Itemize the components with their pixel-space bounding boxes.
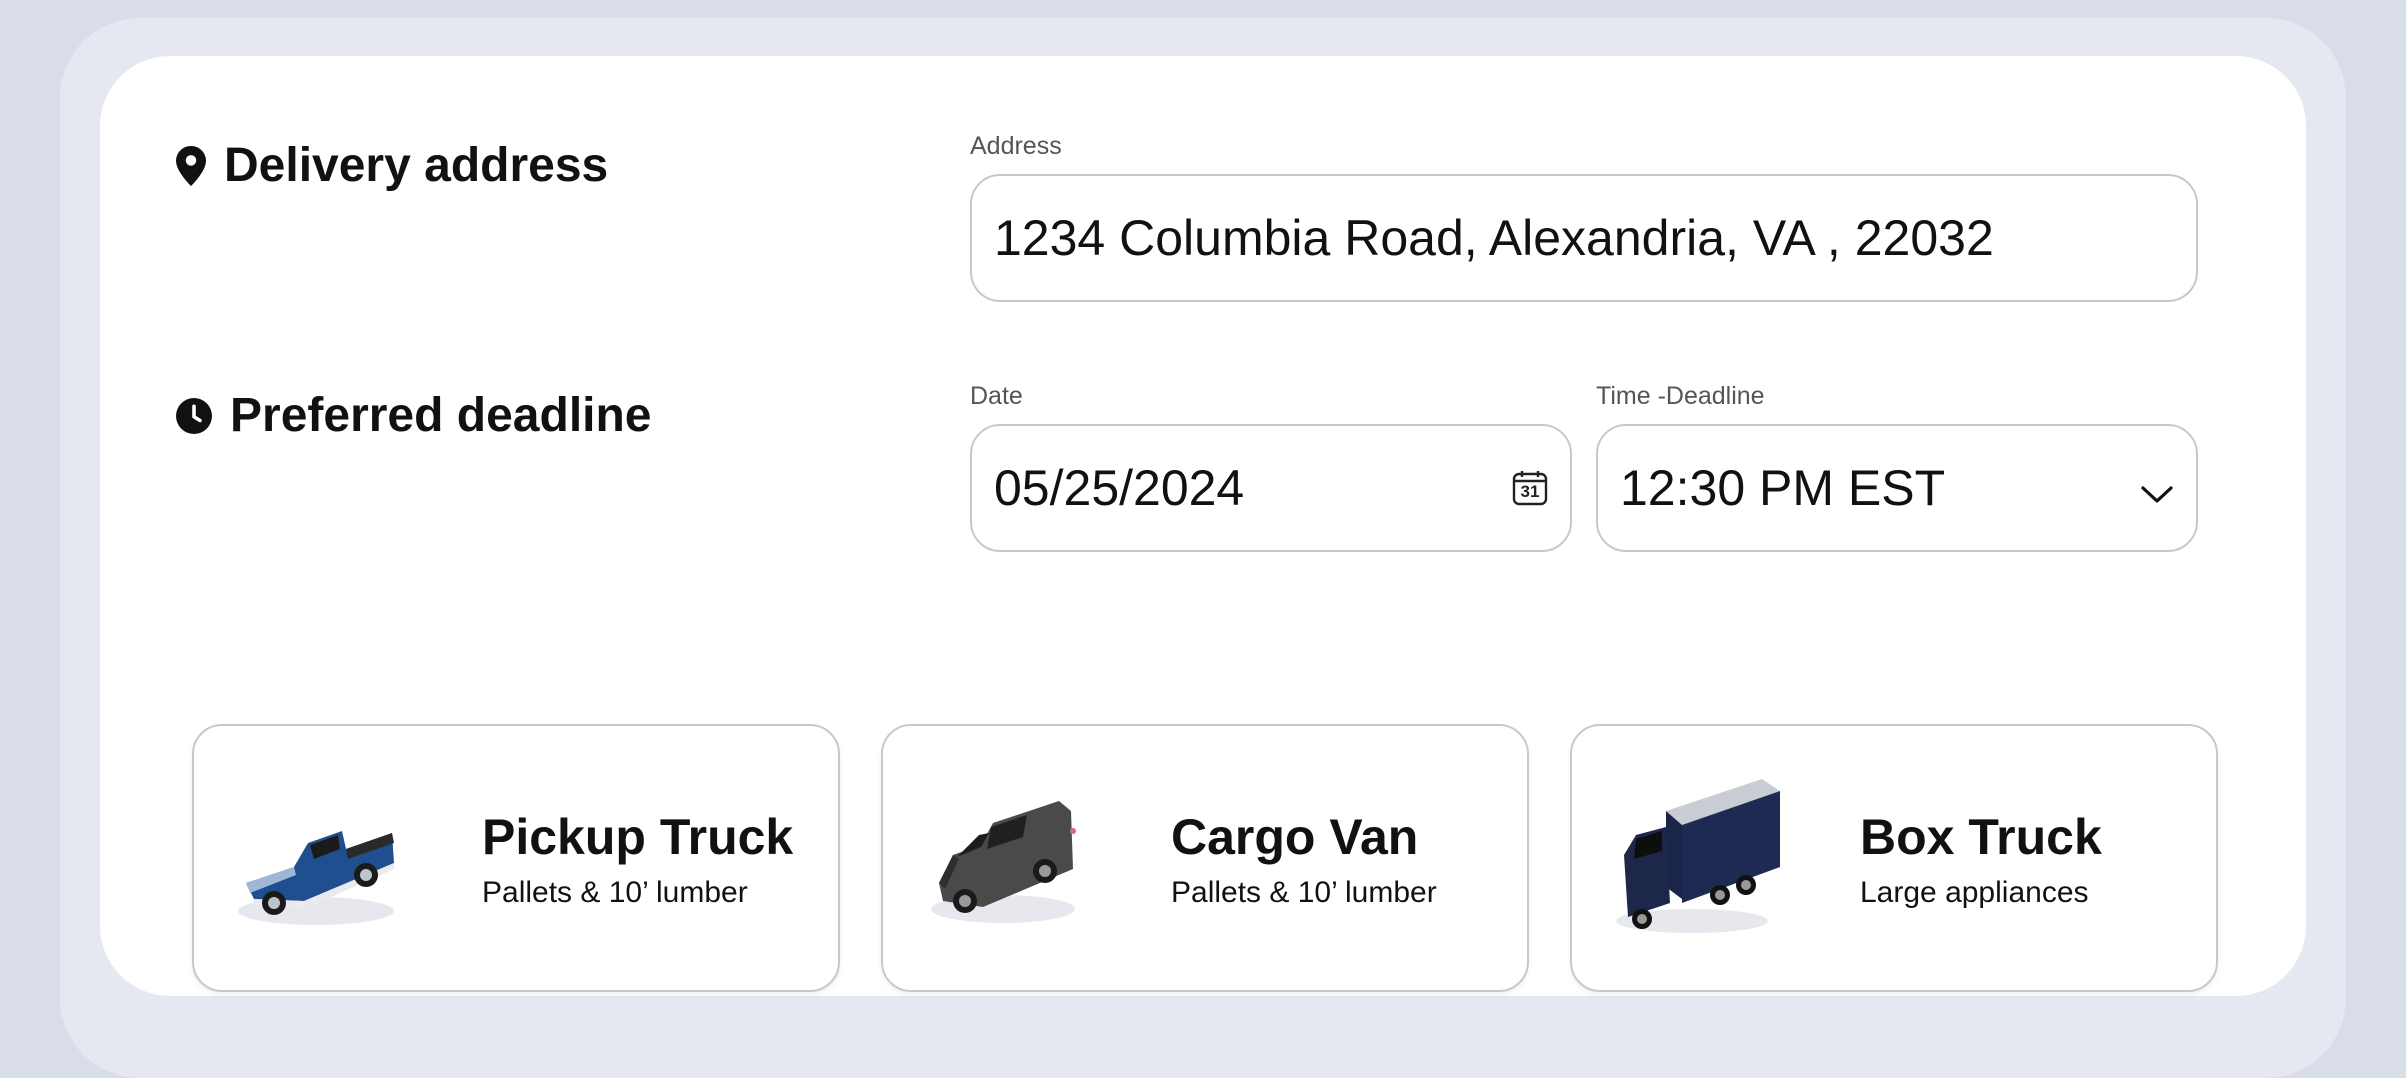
location-pin-icon	[176, 145, 206, 186]
vehicle-name: Box Truck	[1860, 809, 2102, 865]
vehicle-description: Large appliances	[1860, 876, 2089, 909]
chevron-down-icon[interactable]	[2140, 459, 2174, 517]
cargo-van-icon	[923, 771, 1093, 951]
address-field[interactable]: 1234 Columbia Road, Alexandria, VA , 220…	[970, 174, 2198, 302]
delivery-address-heading: Delivery address	[176, 138, 608, 193]
calendar-day: 31	[1520, 482, 1540, 501]
vehicle-name: Cargo Van	[1171, 809, 1419, 865]
box-truck-icon	[1612, 771, 1782, 951]
pickup-truck-icon	[234, 771, 404, 951]
vehicle-card-pickup-truck[interactable]: Pickup Truck Pallets & 10’ lumber	[192, 724, 840, 992]
time-deadline-select[interactable]: 12:30 PM EST	[1596, 424, 2198, 552]
vehicle-card-box-truck[interactable]: Box Truck Large appliances	[1570, 724, 2218, 992]
clock-icon	[176, 397, 212, 434]
delivery-address-title: Delivery address	[224, 139, 609, 192]
time-deadline-label: Time -Deadline	[1596, 382, 1765, 410]
address-label: Address	[970, 132, 1062, 160]
date-field[interactable]: 05/25/2024 31	[970, 424, 1572, 552]
vehicle-card-cargo-van[interactable]: Cargo Van Pallets & 10’ lumber	[881, 724, 1529, 992]
vehicle-description: Pallets & 10’ lumber	[482, 876, 748, 909]
calendar-icon[interactable]: 31	[1512, 470, 1548, 506]
delivery-form-card: Delivery address Address 1234 Columbia R…	[100, 56, 2306, 996]
time-deadline-value: 12:30 PM EST	[1620, 460, 1946, 516]
address-value: 1234 Columbia Road, Alexandria, VA , 220…	[994, 210, 1994, 266]
vehicle-description: Pallets & 10’ lumber	[1171, 876, 1437, 909]
preferred-deadline-title: Preferred deadline	[230, 389, 652, 442]
date-label: Date	[970, 382, 1023, 410]
preferred-deadline-heading: Preferred deadline	[176, 388, 652, 443]
vehicle-name: Pickup Truck	[482, 809, 794, 865]
date-value: 05/25/2024	[994, 460, 1245, 516]
